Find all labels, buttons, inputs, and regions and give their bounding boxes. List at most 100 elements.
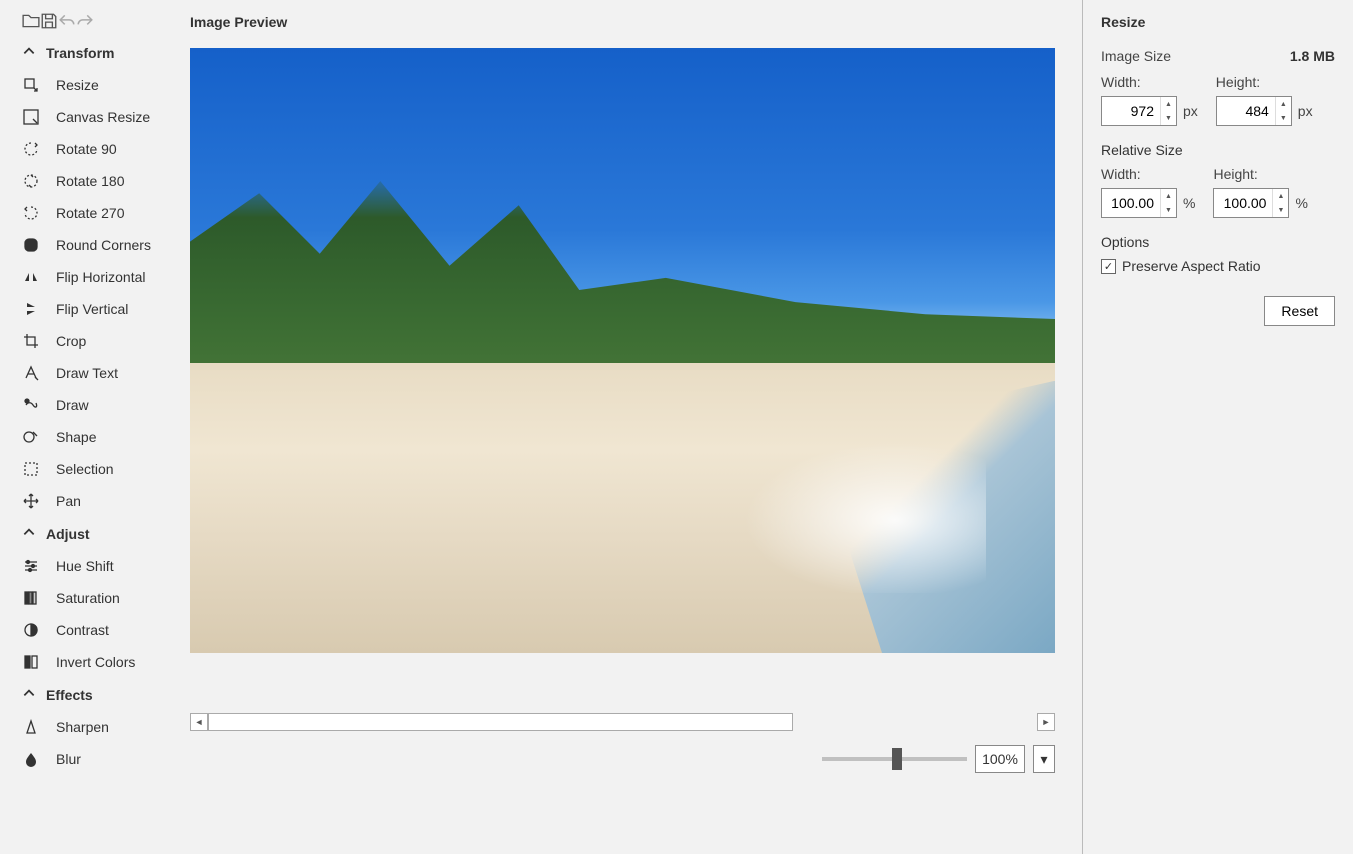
flip-horizontal-icon	[22, 268, 40, 286]
tool-label: Resize	[56, 77, 99, 93]
tool-selection[interactable]: Selection	[0, 453, 190, 485]
open-icon[interactable]	[22, 12, 36, 26]
rotate-90-icon	[22, 140, 40, 158]
scroll-track[interactable]	[208, 713, 793, 731]
spin-down-icon[interactable]: ▼	[1161, 203, 1176, 217]
draw-text-icon	[22, 364, 40, 382]
rel-width-field[interactable]	[1102, 189, 1160, 217]
zoom-slider[interactable]	[822, 757, 967, 761]
tool-sharpen[interactable]: Sharpen	[0, 711, 190, 743]
pct-unit: %	[1295, 195, 1307, 211]
width-input[interactable]: ▲▼	[1101, 96, 1177, 126]
tool-blur[interactable]: Blur	[0, 743, 190, 775]
preserve-aspect-checkbox[interactable]: ✓	[1101, 259, 1116, 274]
reset-button[interactable]: Reset	[1264, 296, 1335, 326]
tool-draw[interactable]: Draw	[0, 389, 190, 421]
pan-icon	[22, 492, 40, 510]
flip-vertical-icon	[22, 300, 40, 318]
px-unit: px	[1183, 103, 1198, 119]
relative-size-label: Relative Size	[1101, 142, 1335, 158]
spin-up-icon[interactable]: ▲	[1161, 97, 1176, 111]
shape-icon	[22, 428, 40, 446]
zoom-value: 100%	[975, 745, 1025, 773]
tool-rotate-90[interactable]: Rotate 90	[0, 133, 190, 165]
contrast-icon	[22, 621, 40, 639]
spin-up-icon[interactable]: ▲	[1276, 97, 1291, 111]
tool-label: Blur	[56, 751, 81, 767]
rel-width-label: Width:	[1101, 166, 1195, 182]
tool-pan[interactable]: Pan	[0, 485, 190, 517]
options-label: Options	[1101, 234, 1335, 250]
chevron-up-icon	[22, 686, 36, 703]
tool-label: Rotate 90	[56, 141, 117, 157]
draw-icon	[22, 396, 40, 414]
section-title: Effects	[46, 687, 93, 703]
tool-label: Hue Shift	[56, 558, 114, 574]
tool-crop[interactable]: Crop	[0, 325, 190, 357]
tool-invert-colors[interactable]: Invert Colors	[0, 646, 190, 678]
width-field[interactable]	[1102, 97, 1160, 125]
tool-draw-text[interactable]: Draw Text	[0, 357, 190, 389]
round-corners-icon	[22, 236, 40, 254]
width-label: Width:	[1101, 74, 1198, 90]
tool-canvas-resize[interactable]: Canvas Resize	[0, 101, 190, 133]
chevron-up-icon	[22, 525, 36, 542]
rel-width-input[interactable]: ▲▼	[1101, 188, 1177, 218]
invert-icon	[22, 653, 40, 671]
redo-icon[interactable]	[76, 12, 90, 26]
zoom-thumb[interactable]	[892, 748, 902, 770]
tool-rotate-270[interactable]: Rotate 270	[0, 197, 190, 229]
section-transform[interactable]: Transform	[0, 36, 190, 69]
rel-height-label: Height:	[1213, 166, 1307, 182]
rel-height-input[interactable]: ▲▼	[1213, 188, 1289, 218]
main-area: Image Preview ◄ ► 100% ▾	[190, 0, 1082, 854]
tool-resize[interactable]: Resize	[0, 69, 190, 101]
tool-rotate-180[interactable]: Rotate 180	[0, 165, 190, 197]
tool-hue-shift[interactable]: Hue Shift	[0, 550, 190, 582]
section-title: Adjust	[46, 526, 90, 542]
tool-round-corners[interactable]: Round Corners	[0, 229, 190, 261]
tool-label: Round Corners	[56, 237, 151, 253]
rotate-180-icon	[22, 172, 40, 190]
panel-title: Resize	[1101, 8, 1335, 48]
properties-panel: Resize Image Size 1.8 MB Width: ▲▼ px He…	[1082, 0, 1353, 854]
pct-unit: %	[1183, 195, 1195, 211]
tool-label: Crop	[56, 333, 86, 349]
tool-saturation[interactable]: Saturation	[0, 582, 190, 614]
image-preview[interactable]	[190, 48, 1055, 653]
section-adjust[interactable]: Adjust	[0, 517, 190, 550]
resize-icon	[22, 76, 40, 94]
undo-icon[interactable]	[58, 12, 72, 26]
px-unit: px	[1298, 103, 1313, 119]
height-field[interactable]	[1217, 97, 1275, 125]
image-size-label: Image Size	[1101, 48, 1171, 64]
save-icon[interactable]	[40, 12, 54, 26]
tool-flip-vertical[interactable]: Flip Vertical	[0, 293, 190, 325]
sharpen-icon	[22, 718, 40, 736]
canvas-resize-icon	[22, 108, 40, 126]
height-input[interactable]: ▲▼	[1216, 96, 1292, 126]
crop-icon	[22, 332, 40, 350]
tool-label: Selection	[56, 461, 114, 477]
horizontal-scrollbar[interactable]: ◄ ►	[190, 713, 1055, 731]
scroll-right-button[interactable]: ►	[1037, 713, 1055, 731]
spin-up-icon[interactable]: ▲	[1161, 189, 1176, 203]
tool-label: Invert Colors	[56, 654, 135, 670]
preserve-aspect-label: Preserve Aspect Ratio	[1122, 258, 1261, 274]
tool-flip-horizontal[interactable]: Flip Horizontal	[0, 261, 190, 293]
spin-down-icon[interactable]: ▼	[1276, 111, 1291, 125]
spin-up-icon[interactable]: ▲	[1273, 189, 1288, 203]
tool-label: Draw Text	[56, 365, 118, 381]
section-effects[interactable]: Effects	[0, 678, 190, 711]
rel-height-field[interactable]	[1214, 189, 1272, 217]
top-toolbar	[0, 6, 190, 36]
scroll-left-button[interactable]: ◄	[190, 713, 208, 731]
tool-label: Rotate 270	[56, 205, 125, 221]
tool-shape[interactable]: Shape	[0, 421, 190, 453]
tool-contrast[interactable]: Contrast	[0, 614, 190, 646]
blur-icon	[22, 750, 40, 768]
spin-down-icon[interactable]: ▼	[1161, 111, 1176, 125]
zoom-dropdown[interactable]: ▾	[1033, 745, 1055, 773]
spin-down-icon[interactable]: ▼	[1273, 203, 1288, 217]
saturation-icon	[22, 589, 40, 607]
